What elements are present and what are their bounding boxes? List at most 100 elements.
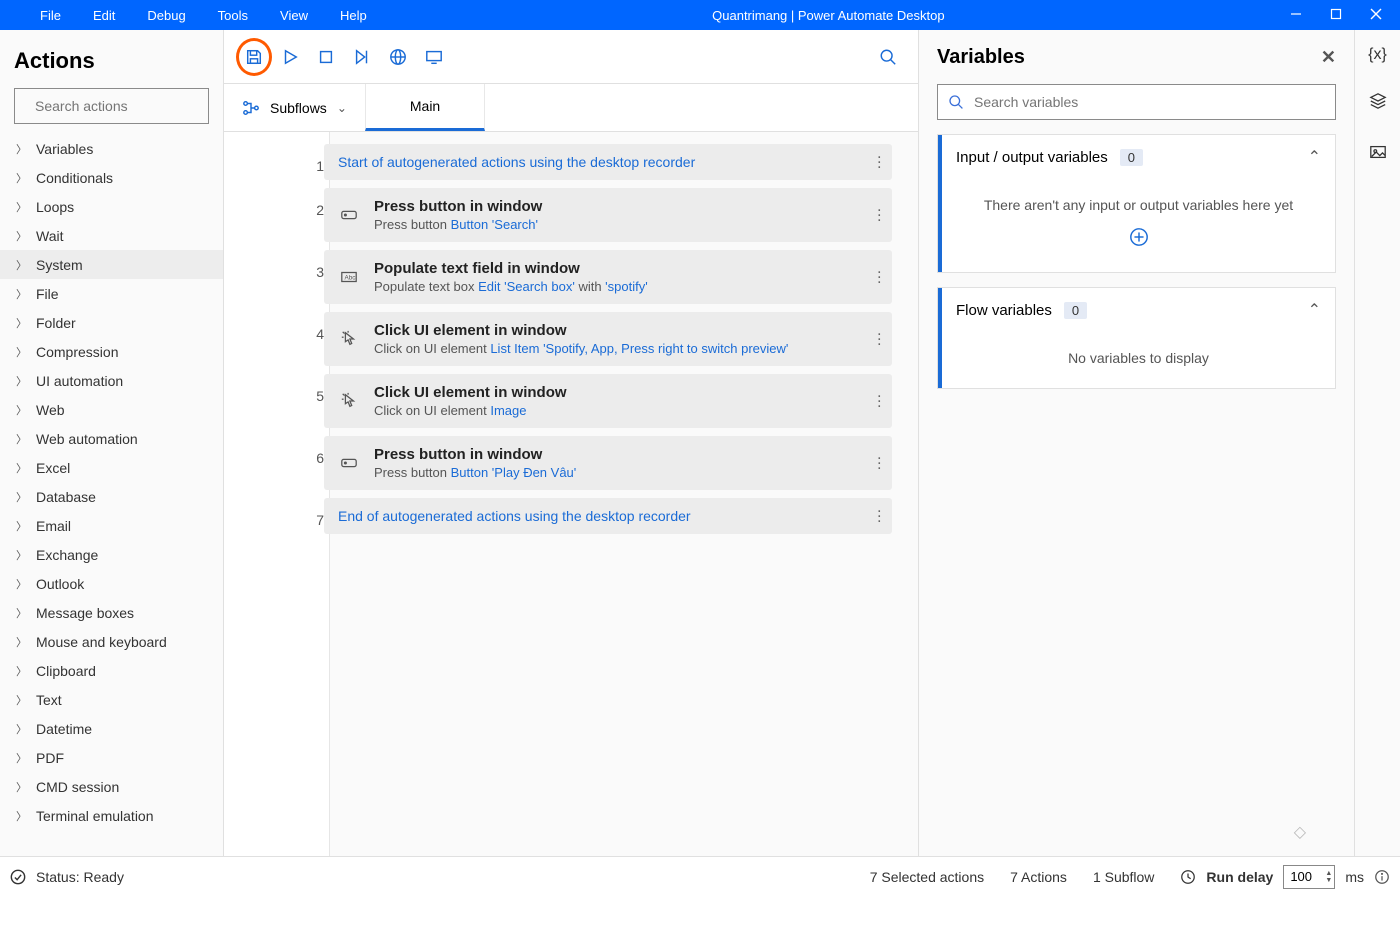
- category-wait[interactable]: 〉Wait: [0, 221, 223, 250]
- category-database[interactable]: 〉Database: [0, 482, 223, 511]
- actions-count: 7 Actions: [1010, 869, 1067, 885]
- category-pdf[interactable]: 〉PDF: [0, 743, 223, 772]
- flow-step[interactable]: Press button in windowPress button Butto…: [324, 436, 892, 490]
- flow-step[interactable]: Click UI element in windowClick on UI el…: [324, 374, 892, 428]
- chevron-right-icon: 〉: [16, 518, 26, 534]
- web-recorder-button[interactable]: [380, 39, 416, 75]
- category-datetime[interactable]: 〉Datetime: [0, 714, 223, 743]
- step-menu-button[interactable]: ···: [877, 208, 882, 223]
- collapse-icon[interactable]: ⌃: [1308, 300, 1321, 320]
- step-button[interactable]: [344, 39, 380, 75]
- flow-step[interactable]: Start of autogenerated actions using the…: [324, 144, 892, 180]
- category-system[interactable]: 〉System: [0, 250, 223, 279]
- category-terminal-emulation[interactable]: 〉Terminal emulation: [0, 801, 223, 830]
- tab-main[interactable]: Main: [365, 84, 485, 131]
- category-clipboard[interactable]: 〉Clipboard: [0, 656, 223, 685]
- layers-rail-icon[interactable]: [1369, 92, 1387, 115]
- spinner-buttons[interactable]: ▲▼: [1325, 870, 1332, 884]
- variables-search-input[interactable]: [974, 94, 1325, 110]
- maximize-button[interactable]: [1330, 8, 1342, 23]
- chevron-right-icon: 〉: [16, 402, 26, 418]
- actions-panel: Actions 〉Variables〉Conditionals〉Loops〉Wa…: [0, 30, 224, 856]
- variables-rail-icon[interactable]: {x}: [1368, 46, 1387, 64]
- step-menu-button[interactable]: ···: [877, 394, 882, 409]
- category-excel[interactable]: 〉Excel: [0, 453, 223, 482]
- category-ui-automation[interactable]: 〉UI automation: [0, 366, 223, 395]
- chevron-right-icon: 〉: [16, 315, 26, 331]
- menu-tools[interactable]: Tools: [218, 8, 248, 23]
- category-mouse-and-keyboard[interactable]: 〉Mouse and keyboard: [0, 627, 223, 656]
- stop-button[interactable]: [308, 39, 344, 75]
- flow-step[interactable]: Click UI element in windowClick on UI el…: [324, 312, 892, 366]
- flow-variables-header[interactable]: Flow variables 0 ⌃: [938, 288, 1335, 332]
- chevron-right-icon: 〉: [16, 257, 26, 273]
- category-loops[interactable]: 〉Loops: [0, 192, 223, 221]
- chevron-right-icon: 〉: [16, 750, 26, 766]
- io-empty-text: There aren't any input or output variabl…: [956, 197, 1321, 213]
- flow-step[interactable]: End of autogenerated actions using the d…: [324, 498, 892, 534]
- menu-view[interactable]: View: [280, 8, 308, 23]
- chevron-right-icon: 〉: [16, 228, 26, 244]
- step-menu-button[interactable]: ···: [877, 332, 882, 347]
- collapse-icon[interactable]: ⌃: [1308, 147, 1321, 167]
- close-button[interactable]: [1370, 8, 1382, 23]
- category-file[interactable]: 〉File: [0, 279, 223, 308]
- menu-debug[interactable]: Debug: [147, 8, 185, 23]
- status-ready: Status: Ready: [10, 869, 124, 885]
- search-flow-button[interactable]: [870, 39, 906, 75]
- add-io-variable-button[interactable]: [956, 227, 1321, 250]
- chevron-down-icon: ⌄: [337, 101, 347, 115]
- clock-icon: [1180, 869, 1196, 885]
- menu-help[interactable]: Help: [340, 8, 367, 23]
- category-exchange[interactable]: 〉Exchange: [0, 540, 223, 569]
- actions-search[interactable]: [14, 88, 209, 124]
- category-variables[interactable]: 〉Variables: [0, 134, 223, 163]
- category-conditionals[interactable]: 〉Conditionals: [0, 163, 223, 192]
- variables-header: Variables: [937, 46, 1025, 69]
- io-variables-header[interactable]: Input / output variables 0 ⌃: [938, 135, 1335, 179]
- chevron-right-icon: 〉: [16, 721, 26, 737]
- chevron-right-icon: 〉: [16, 634, 26, 650]
- category-message-boxes[interactable]: 〉Message boxes: [0, 598, 223, 627]
- io-count-badge: 0: [1120, 149, 1143, 166]
- chevron-right-icon: 〉: [16, 692, 26, 708]
- minimize-button[interactable]: [1290, 8, 1302, 23]
- chevron-right-icon: 〉: [16, 808, 26, 824]
- category-text[interactable]: 〉Text: [0, 685, 223, 714]
- menu-edit[interactable]: Edit: [93, 8, 115, 23]
- line-number: 5: [294, 374, 324, 404]
- actions-category-list[interactable]: 〉Variables〉Conditionals〉Loops〉Wait〉Syste…: [0, 134, 223, 856]
- variables-search[interactable]: [937, 84, 1336, 120]
- category-cmd-session[interactable]: 〉CMD session: [0, 772, 223, 801]
- search-icon: [948, 94, 964, 110]
- category-email[interactable]: 〉Email: [0, 511, 223, 540]
- info-icon[interactable]: [1374, 869, 1390, 885]
- step-menu-button[interactable]: ···: [877, 270, 882, 285]
- category-compression[interactable]: 〉Compression: [0, 337, 223, 366]
- status-bar: Status: Ready 7 Selected actions 7 Actio…: [0, 856, 1400, 896]
- step-menu-button[interactable]: ···: [877, 456, 882, 471]
- save-button[interactable]: [236, 39, 272, 75]
- line-number: 7: [294, 498, 324, 528]
- actions-search-input[interactable]: [35, 98, 216, 114]
- chevron-right-icon: 〉: [16, 431, 26, 447]
- flow-step[interactable]: Press button in windowPress button Butto…: [324, 188, 892, 242]
- step-menu-button[interactable]: ···: [877, 509, 882, 524]
- subflows-count: 1 Subflow: [1093, 869, 1154, 885]
- line-number: 4: [294, 312, 324, 342]
- run-button[interactable]: [272, 39, 308, 75]
- menu-file[interactable]: File: [40, 8, 61, 23]
- step-menu-button[interactable]: ···: [877, 155, 882, 170]
- category-outlook[interactable]: 〉Outlook: [0, 569, 223, 598]
- images-rail-icon[interactable]: [1369, 143, 1387, 166]
- flow-step[interactable]: AbcPopulate text field in windowPopulate…: [324, 250, 892, 304]
- flow-variables-panel: Flow variables 0 ⌃ No variables to displ…: [937, 287, 1336, 389]
- category-web-automation[interactable]: 〉Web automation: [0, 424, 223, 453]
- desktop-recorder-button[interactable]: [416, 39, 452, 75]
- close-variables-button[interactable]: ✕: [1321, 47, 1336, 68]
- category-folder[interactable]: 〉Folder: [0, 308, 223, 337]
- eraser-icon[interactable]: ◇: [1294, 822, 1306, 842]
- category-web[interactable]: 〉Web: [0, 395, 223, 424]
- subflows-dropdown[interactable]: Subflows ⌄: [224, 84, 365, 131]
- selected-actions-count: 7 Selected actions: [870, 869, 984, 885]
